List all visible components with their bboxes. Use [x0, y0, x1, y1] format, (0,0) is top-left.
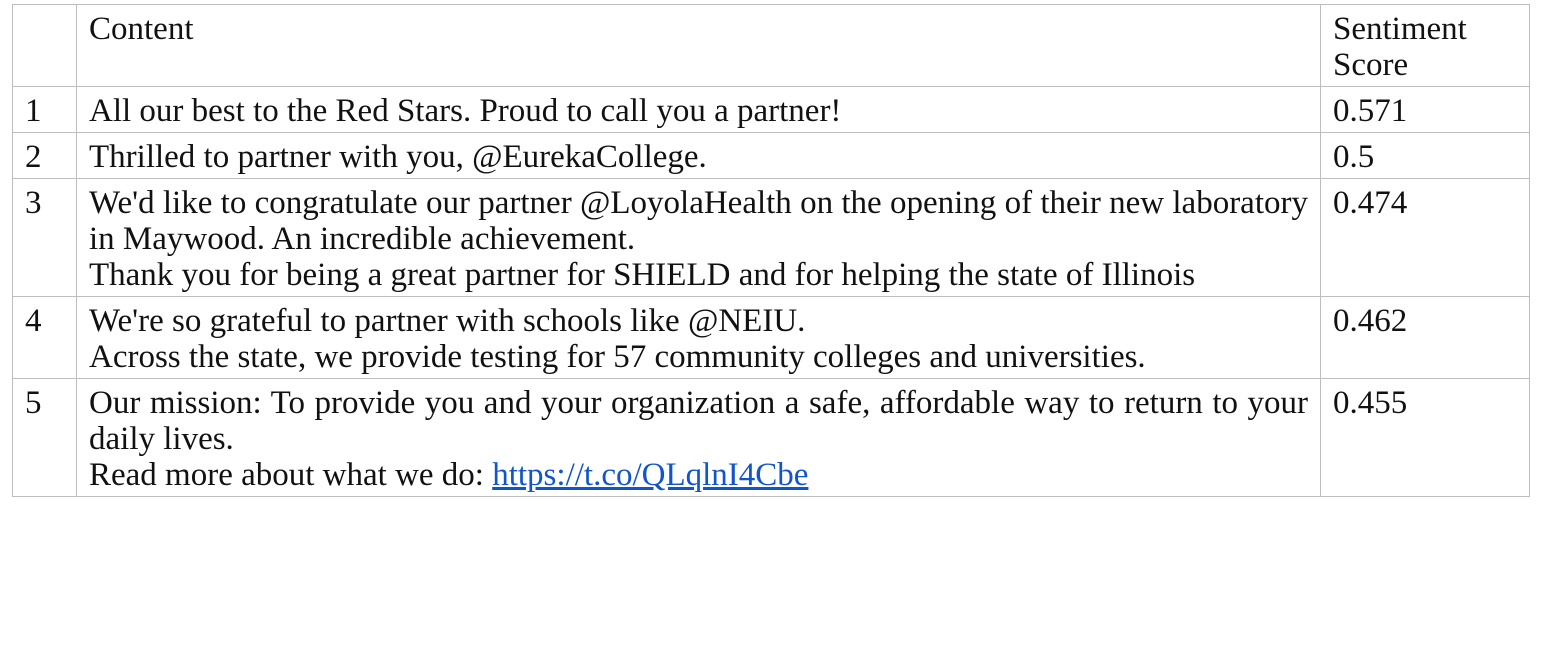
content-line: Our mission: To provide you and your org…	[89, 385, 1308, 457]
content-line: We'd like to congratulate our partner @L…	[89, 185, 1308, 257]
row-content: All our best to the Red Stars. Proud to …	[76, 86, 1321, 133]
row-index: 5	[12, 378, 77, 497]
row-content: Our mission: To provide you and your org…	[76, 378, 1321, 497]
row-score: 0.5	[1320, 132, 1530, 179]
row-content: We're so grateful to partner with school…	[76, 296, 1321, 379]
row-content: We'd like to congratulate our partner @L…	[76, 178, 1321, 297]
table-row: 3 We'd like to congratulate our partner …	[12, 178, 1530, 297]
row-index: 1	[12, 86, 77, 133]
row-content: Thrilled to partner with you, @EurekaCol…	[76, 132, 1321, 179]
read-more-text: Read more about what we do:	[89, 457, 493, 493]
header-row: Content Sentiment Score	[12, 4, 1530, 87]
row-score: 0.571	[1320, 86, 1530, 133]
table-row: 2 Thrilled to partner with you, @EurekaC…	[12, 132, 1530, 179]
row-score: 0.462	[1320, 296, 1530, 379]
content-line: Read more about what we do: https://t.co…	[89, 457, 1308, 493]
header-sentiment-score: Sentiment Score	[1320, 4, 1530, 87]
content-line: All our best to the Red Stars. Proud to …	[89, 93, 842, 129]
table-row: 5 Our mission: To provide you and your o…	[12, 378, 1530, 497]
row-index: 4	[12, 296, 77, 379]
row-score: 0.474	[1320, 178, 1530, 297]
table-row: 1 All our best to the Red Stars. Proud t…	[12, 86, 1530, 133]
content-line: Across the state, we provide testing for…	[89, 339, 1146, 375]
header-index-cell	[12, 4, 77, 87]
header-content: Content	[76, 4, 1321, 87]
content-line: We're so grateful to partner with school…	[89, 303, 806, 339]
sentiment-table: Content Sentiment Score 1 All our best t…	[12, 4, 1530, 497]
row-index: 3	[12, 178, 77, 297]
content-line: Thrilled to partner with you, @EurekaCol…	[89, 139, 707, 175]
tweet-link[interactable]: https://t.co/QLqlnI4Cbe	[492, 457, 808, 493]
table-row: 4 We're so grateful to partner with scho…	[12, 296, 1530, 379]
row-index: 2	[12, 132, 77, 179]
row-score: 0.455	[1320, 378, 1530, 497]
content-line: Thank you for being a great partner for …	[89, 257, 1196, 293]
